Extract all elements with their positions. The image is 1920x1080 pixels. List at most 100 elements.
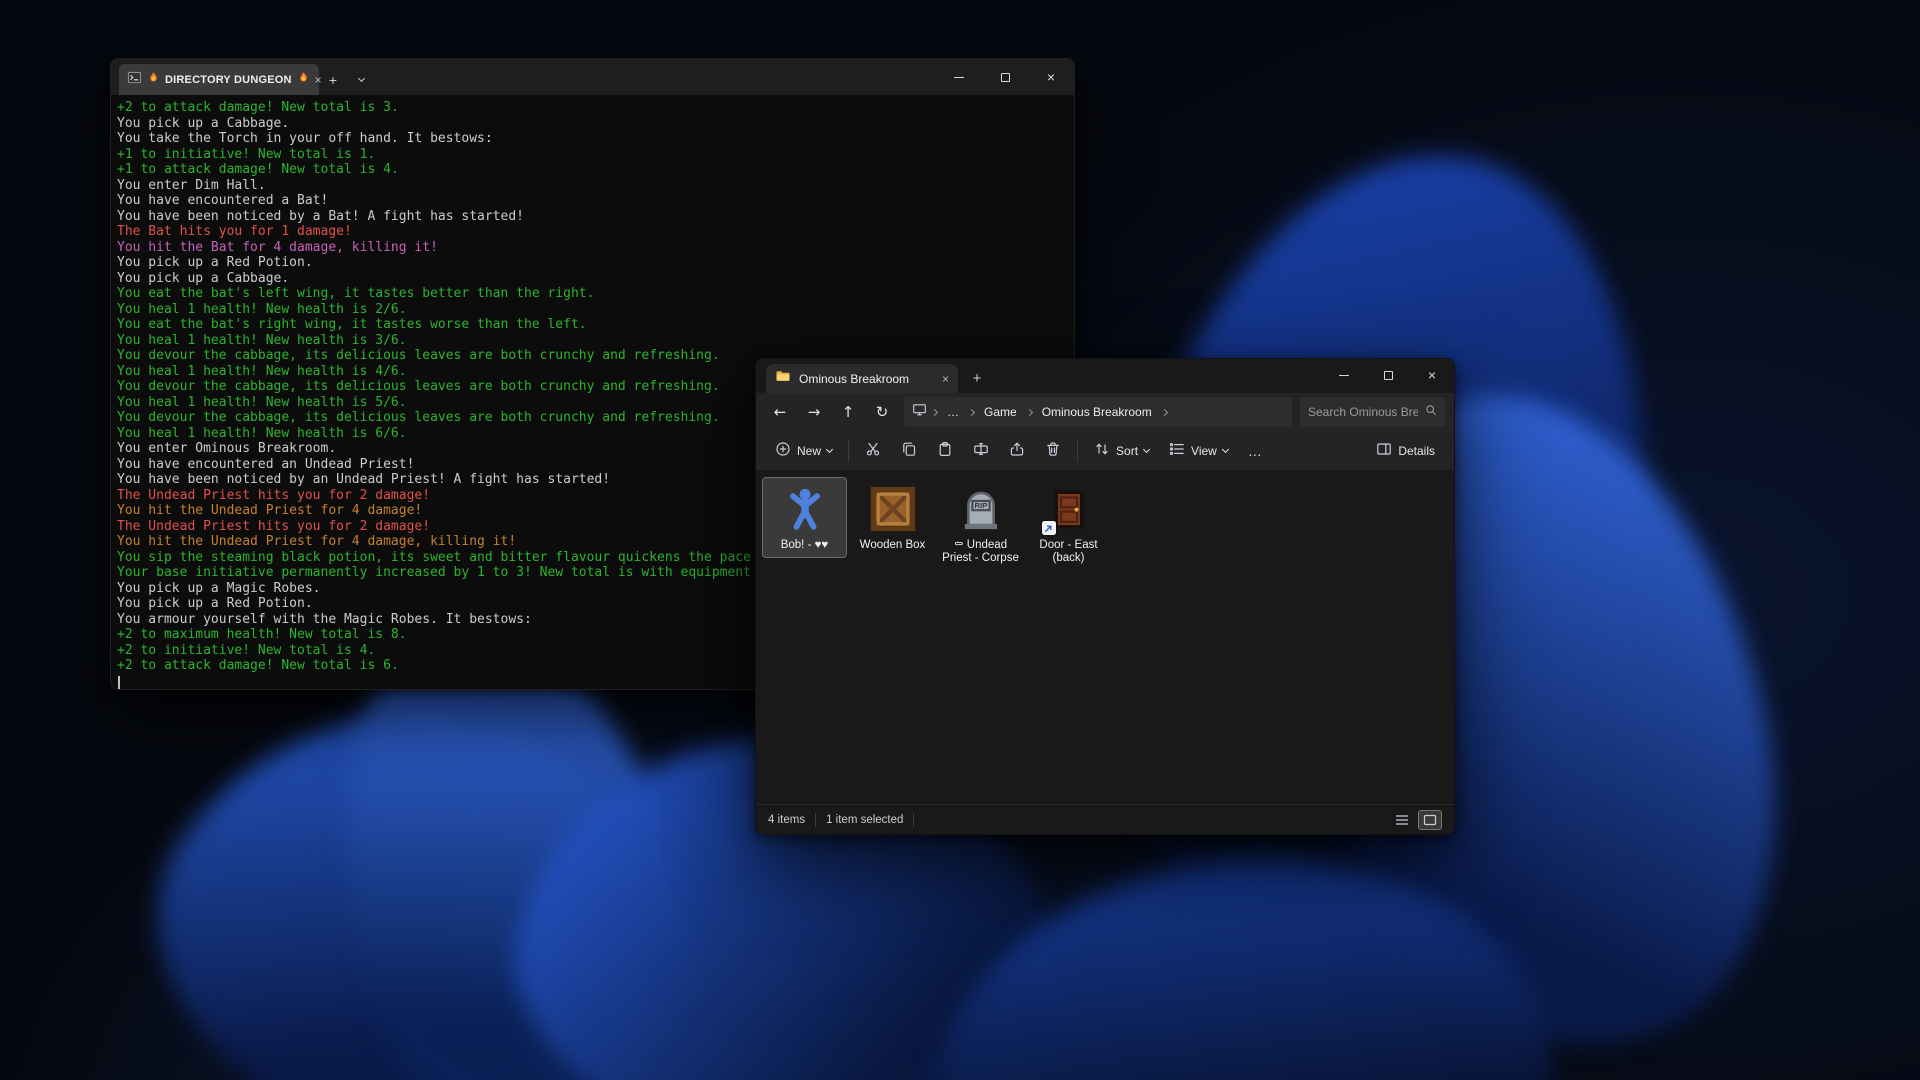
terminal-log-line: You heal 1 health! New health is 2/6. (117, 302, 1066, 318)
sort-button[interactable]: Sort (1085, 435, 1158, 467)
details-pane-label: Details (1398, 444, 1435, 458)
breadcrumb-ellipsis[interactable]: … (942, 405, 964, 419)
file-item-bob[interactable]: Bob! - ♥♥ (762, 477, 847, 558)
refresh-button[interactable]: ↻ (866, 396, 898, 428)
large-icons-view-toggle[interactable] (1418, 810, 1442, 830)
cut-button[interactable] (856, 435, 890, 467)
selection-count: 1 item selected (826, 814, 903, 826)
terminal-tab-dropdown-button[interactable] (347, 64, 375, 95)
terminal-log-line: +1 to attack damage! New total is 4. (117, 162, 1066, 178)
breadcrumb-item-game[interactable]: Game (979, 405, 1022, 419)
breadcrumb[interactable]: … Game Ominous Breakroom (904, 397, 1292, 427)
terminal-log-line: You pick up a Cabbage. (117, 116, 1066, 132)
share-icon (1009, 441, 1025, 460)
explorer-tabbar[interactable]: Ominous Breakroom × + × (756, 359, 1454, 393)
paste-button[interactable] (928, 435, 962, 467)
cut-icon (865, 441, 881, 460)
terminal-log-line: You have encountered a Bat! (117, 193, 1066, 209)
terminal-log-line: You hit the Bat for 4 damage, killing it… (117, 240, 1066, 256)
file-item-label: Bob! - ♥♥ (781, 539, 829, 552)
terminal-close-button[interactable]: × (1028, 59, 1074, 95)
details-pane-button[interactable]: Details (1367, 435, 1444, 467)
file-item-wooden-box[interactable]: Wooden Box (850, 477, 935, 558)
flame-icon (147, 71, 160, 89)
crate-icon (869, 485, 917, 533)
explorer-tab[interactable]: Ominous Breakroom × (766, 364, 958, 393)
desktop: { "wallpaper": { "base_color": "#05080F"… (0, 0, 1920, 1080)
terminal-log-line: +1 to initiative! New total is 1. (117, 147, 1066, 163)
terminal-titlebar[interactable]: DIRECTORY DUNGEON × + × (111, 59, 1074, 95)
delete-button[interactable] (1036, 435, 1070, 467)
status-divider (815, 813, 816, 827)
explorer-status-bar: 4 items 1 item selected (756, 804, 1454, 834)
terminal-log-line: You enter Dim Hall. (117, 178, 1066, 194)
chevron-down-icon (826, 446, 833, 453)
back-button[interactable]: ← (764, 396, 796, 428)
breadcrumb-chevron-icon (968, 408, 975, 415)
file-item-door-east[interactable]: Door - East (back) (1026, 477, 1111, 571)
paste-icon (937, 441, 953, 460)
explorer-tab-close-icon[interactable]: × (942, 373, 949, 385)
explorer-file-area[interactable]: Bob! - ♥♥ Wooden Box RIP (756, 471, 1454, 804)
explorer-minimize-button[interactable] (1322, 359, 1366, 391)
file-item-label: Wooden Box (860, 539, 926, 552)
search-box[interactable]: Search Ominous Bre (1300, 397, 1446, 427)
breadcrumb-chevron-icon (931, 408, 938, 415)
file-explorer-window: Ominous Breakroom × + × ← → ↑ ↻ … Game O… (755, 358, 1455, 835)
terminal-tab[interactable]: DIRECTORY DUNGEON × (119, 64, 319, 95)
plus-circle-icon (775, 441, 791, 460)
flame-icon (297, 71, 310, 89)
items-count: 4 items (768, 814, 805, 826)
up-button[interactable]: ↑ (832, 396, 864, 428)
terminal-log-line: You heal 1 health! New health is 3/6. (117, 333, 1066, 349)
chevron-down-icon (1143, 446, 1150, 453)
breadcrumb-chevron-icon (1026, 408, 1033, 415)
view-button[interactable]: View (1160, 435, 1237, 467)
terminal-maximize-button[interactable] (982, 59, 1028, 95)
folder-icon (775, 368, 791, 389)
details-view-toggle[interactable] (1390, 810, 1414, 830)
rename-button[interactable] (964, 435, 998, 467)
person-icon (781, 485, 829, 533)
rename-icon (973, 441, 989, 460)
explorer-maximize-button[interactable] (1366, 359, 1410, 391)
toolbar-divider (1077, 440, 1078, 462)
more-options-button[interactable]: … (1239, 435, 1272, 467)
door-icon (1045, 485, 1093, 533)
status-divider (913, 813, 914, 827)
terminal-log-line: The Bat hits you for 1 damage! (117, 224, 1066, 240)
share-button[interactable] (1000, 435, 1034, 467)
view-button-label: View (1191, 444, 1217, 458)
explorer-new-tab-button[interactable]: + (964, 365, 990, 391)
terminal-window-controls: × (936, 59, 1074, 95)
terminal-log-line: +2 to attack damage! New total is 3. (117, 100, 1066, 116)
terminal-log-line: You take the Torch in your off hand. It … (117, 131, 1066, 147)
copy-icon (901, 441, 917, 460)
terminal-cursor (118, 676, 120, 689)
new-button-label: New (797, 444, 821, 458)
explorer-tab-title: Ominous Breakroom (799, 372, 909, 386)
sort-icon (1094, 441, 1110, 460)
terminal-log-line: You have been noticed by a Bat! A fight … (117, 209, 1066, 225)
copy-button[interactable] (892, 435, 926, 467)
view-icon (1169, 441, 1185, 460)
terminal-minimize-button[interactable] (936, 59, 982, 95)
this-pc-icon (912, 402, 927, 422)
file-item-undead-priest-corpse[interactable]: RIP ⚰ Undead Priest - Corpse (938, 477, 1023, 571)
file-item-label: ⚰ Undead Priest - Corpse (941, 539, 1020, 565)
terminal-tab-title: DIRECTORY DUNGEON (165, 74, 292, 86)
new-button[interactable]: New (766, 435, 841, 467)
breadcrumb-item-ominous-breakroom[interactable]: Ominous Breakroom (1037, 405, 1157, 419)
terminal-new-tab-button[interactable]: + (319, 64, 347, 95)
explorer-close-button[interactable]: × (1410, 359, 1454, 391)
trash-icon (1045, 441, 1061, 460)
breadcrumb-chevron-icon (1161, 408, 1168, 415)
search-icon[interactable] (1424, 403, 1438, 422)
search-input[interactable]: Search Ominous Bre (1308, 405, 1418, 419)
file-item-label: Door - East (back) (1029, 539, 1108, 565)
explorer-command-bar: New (756, 431, 1454, 471)
terminal-log-line: You eat the bat's left wing, it tastes b… (117, 286, 1066, 302)
forward-button[interactable]: → (798, 396, 830, 428)
view-toggles (1390, 810, 1442, 830)
terminal-log-line: You eat the bat's right wing, it tastes … (117, 317, 1066, 333)
